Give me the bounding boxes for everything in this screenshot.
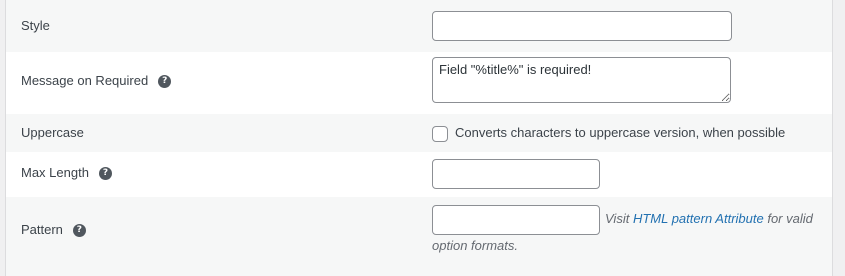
uppercase-label: Uppercase <box>21 125 84 140</box>
pattern-label: Pattern <box>21 222 63 237</box>
help-icon[interactable]: ? <box>98 166 112 180</box>
row-message-required: Message on Required ? Field "%title%" is… <box>6 52 832 114</box>
pattern-desc-prefix: Visit <box>605 211 633 226</box>
style-label: Style <box>21 18 50 33</box>
message-required-label: Message on Required <box>21 73 149 88</box>
help-icon[interactable]: ? <box>158 74 172 88</box>
message-required-textarea[interactable]: Field "%title%" is required! <box>432 57 731 103</box>
max-length-label: Max Length <box>21 165 89 180</box>
max-length-label-wrap: Max Length ? <box>21 164 112 182</box>
pattern-label-wrap: Pattern ? <box>21 221 86 239</box>
pattern-description: Visit HTML pattern Attribute for valid o… <box>432 205 822 259</box>
uppercase-checkbox[interactable] <box>432 126 448 142</box>
html-pattern-attribute-link[interactable]: HTML pattern Attribute <box>633 211 764 226</box>
uppercase-checkbox-label[interactable]: Converts characters to uppercase version… <box>455 124 785 142</box>
row-pattern: Pattern ? Visit HTML pattern Attribute f… <box>6 197 832 276</box>
row-max-length: Max Length ? <box>6 152 832 197</box>
row-style: Style <box>6 0 832 52</box>
style-input[interactable] <box>432 11 732 41</box>
row-uppercase: Uppercase Converts characters to upperca… <box>6 114 832 152</box>
max-length-input[interactable] <box>432 159 600 189</box>
help-icon[interactable]: ? <box>72 223 86 237</box>
message-required-label-wrap: Message on Required ? <box>21 72 172 90</box>
settings-panel: Style Message on Required ? Field "%titl… <box>5 0 833 276</box>
